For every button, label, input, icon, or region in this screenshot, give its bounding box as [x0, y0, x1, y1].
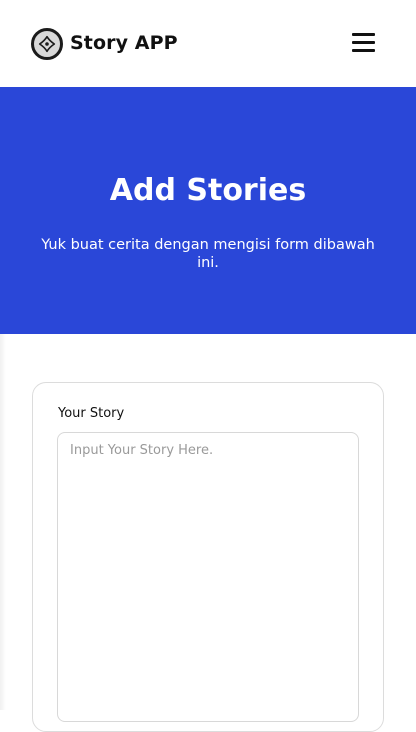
- menu-line: [352, 33, 375, 36]
- story-input[interactable]: [57, 432, 359, 722]
- app-header: Story APP: [0, 0, 416, 87]
- hamburger-menu-icon[interactable]: [352, 33, 375, 53]
- story-label: Your Story: [58, 406, 125, 421]
- menu-line: [352, 41, 375, 44]
- page-title: Add Stories: [109, 173, 307, 208]
- page-edge-shadow: [0, 334, 6, 710]
- menu-line: [352, 49, 375, 52]
- hero-banner: Add Stories Yuk buat cerita dengan mengi…: [0, 87, 416, 334]
- story-form-card: Your Story: [32, 382, 384, 732]
- page-subtitle: Yuk buat cerita dengan mengisi form diba…: [41, 237, 375, 271]
- logo-icon[interactable]: [31, 28, 63, 60]
- brand-title[interactable]: Story APP: [70, 31, 178, 55]
